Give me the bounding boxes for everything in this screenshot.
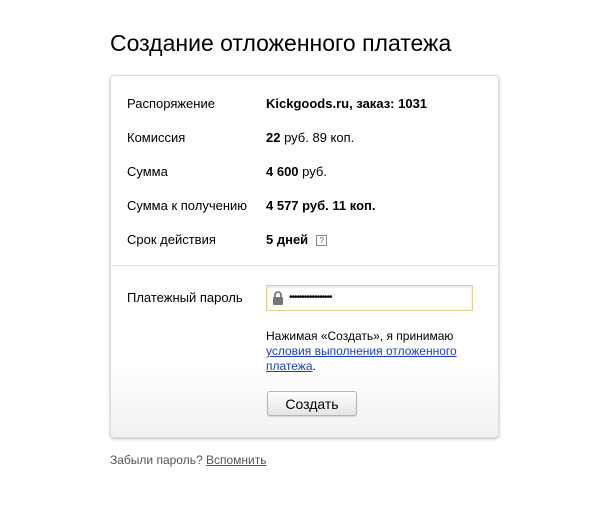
footer: Забыли пароль? Вспомнить (110, 453, 267, 467)
detail-value-rest: руб. (298, 164, 327, 179)
create-button[interactable]: Создать (267, 391, 357, 416)
detail-value: 22 руб. 89 коп. (266, 128, 354, 148)
detail-value-bold: 22 (266, 130, 281, 145)
page-title: Создание отложенного платежа (110, 30, 452, 56)
detail-label: Сумма к получению (127, 198, 248, 213)
agreement-suffix: . (312, 359, 316, 373)
help-icon[interactable]: ? (316, 235, 328, 246)
detail-value-bold: 4 577 руб. 11 коп. (266, 198, 376, 213)
terms-link[interactable]: условия выполнения отложенного платежа (266, 344, 457, 373)
detail-label: Распоряжение (127, 96, 215, 111)
payment-form-card: Распоряжение Kickgoods.ru, заказ: 1031 К… (110, 75, 499, 438)
detail-value-bold: 4 600 (266, 164, 299, 179)
detail-value: Kickgoods.ru, заказ: 1031 (266, 94, 427, 114)
detail-value: 5 дней? (266, 230, 328, 250)
agreement-text: Нажимая «Создать», я принимаю (266, 329, 454, 343)
detail-value-rest: руб. 89 коп. (280, 130, 355, 145)
detail-label: Срок действия (127, 232, 216, 247)
recover-password-link[interactable]: Вспомнить (206, 453, 267, 467)
detail-label: Комиссия (127, 130, 186, 145)
detail-label: Сумма (127, 164, 168, 179)
password-value: ••••••••••••••••• (289, 292, 333, 303)
password-label: Платежный пароль (127, 290, 243, 305)
detail-value-bold: Kickgoods.ru, заказ: 1031 (266, 96, 428, 111)
detail-value-bold: 5 дней (266, 232, 309, 247)
detail-value: 4 577 руб. 11 коп. (266, 196, 376, 216)
lock-icon (273, 291, 283, 305)
divider (111, 265, 498, 266)
forgot-password-text: Забыли пароль? (110, 453, 206, 467)
password-input[interactable]: ••••••••••••••••• (266, 285, 473, 311)
detail-value: 4 600 руб. (266, 162, 327, 182)
agreement-note: Нажимая «Создать», я принимаю условия вы… (266, 329, 476, 374)
